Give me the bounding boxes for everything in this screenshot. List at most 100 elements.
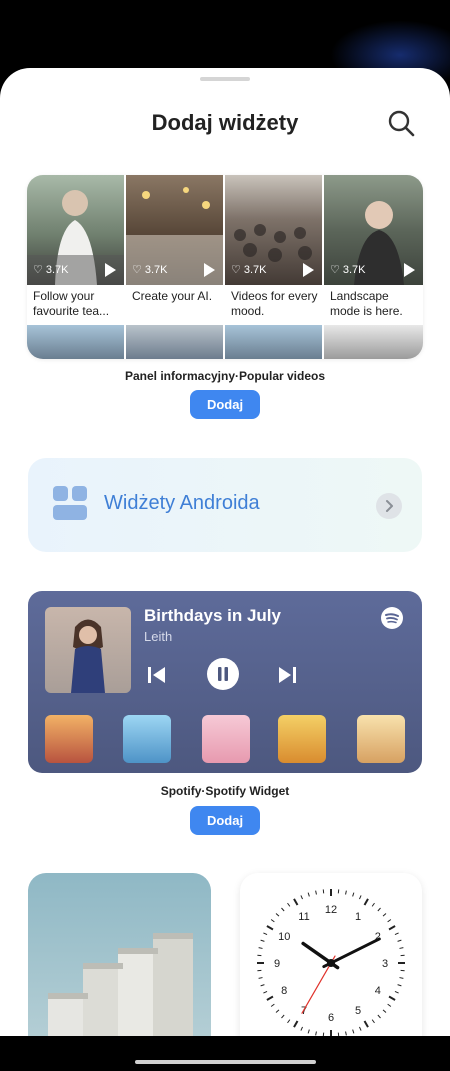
clock-tick <box>363 898 369 906</box>
clock-numeral: 6 <box>328 1012 334 1024</box>
video-thumbnail <box>225 325 322 359</box>
clock-tick <box>399 947 404 949</box>
clock-tick <box>258 977 263 979</box>
clock-tick <box>260 984 265 987</box>
clock-tick <box>263 991 268 994</box>
search-icon[interactable] <box>386 108 416 138</box>
clock-numeral: 4 <box>375 985 381 997</box>
video-card: ♡ 3.7K Landscape mode is here. <box>324 175 423 359</box>
spotify-widget-preview[interactable]: Birthdays in July Leith <box>28 591 422 773</box>
add-widgets-sheet: Dodaj widżety ♡ 3.7K Follow your favouri… <box>0 68 450 1036</box>
clock-tick <box>287 902 291 907</box>
previous-track-icon[interactable] <box>146 664 168 691</box>
next-track-icon[interactable] <box>276 664 298 691</box>
clock-tick <box>345 890 347 895</box>
playlist-cover[interactable] <box>357 715 405 763</box>
android-widgets-entry[interactable]: Widżety Androida <box>28 458 422 552</box>
likes-count: ♡ 3.7K <box>33 263 69 277</box>
clock-numeral: 3 <box>382 958 388 970</box>
clock-numeral: 5 <box>355 1005 361 1017</box>
song-title: Birthdays in July <box>144 606 281 625</box>
clock-tick <box>300 895 303 900</box>
clock-tick <box>266 925 274 931</box>
add-widget-button[interactable]: Dodaj <box>190 390 260 419</box>
clock-tick <box>263 932 268 935</box>
clock-tick <box>315 1031 317 1036</box>
clock-tick <box>275 1009 280 1013</box>
clock-tick <box>293 898 299 906</box>
clock-tick <box>307 1029 310 1034</box>
clock-tick <box>387 1003 392 1007</box>
clock-tick <box>382 1009 387 1013</box>
clock-tick <box>270 1003 275 1007</box>
clock-tick <box>266 995 274 1001</box>
playlist-cover[interactable] <box>278 715 326 763</box>
artist-name: Leith <box>144 629 173 644</box>
clock-numeral: 8 <box>281 985 287 997</box>
photo-widget-preview[interactable] <box>28 873 211 1036</box>
clock-tick <box>382 913 387 917</box>
clock-tick <box>258 947 263 949</box>
widget-label: Panel informacyjny·Popular videos <box>124 369 326 383</box>
playlist-cover[interactable] <box>123 715 171 763</box>
play-icon <box>105 263 116 277</box>
play-icon <box>204 263 215 277</box>
video-caption: Landscape mode is here. <box>330 289 403 318</box>
clock-widget-preview[interactable]: 121234567891011 <box>240 873 422 1036</box>
clock-tick <box>399 977 404 979</box>
video-caption: Create your AI. <box>132 289 213 303</box>
clock-tick <box>397 984 402 987</box>
clock-tick <box>307 892 310 897</box>
clock-numeral: 12 <box>325 904 337 916</box>
likes-count: ♡ 3.7K <box>231 263 267 277</box>
clock-numeral: 10 <box>278 931 290 943</box>
clock-tick <box>352 892 355 897</box>
analog-clock-face: 121234567891011 <box>257 889 405 1036</box>
clock-tick <box>352 1029 355 1034</box>
navigation-bar <box>0 1036 450 1071</box>
widgets-icon <box>53 486 87 524</box>
clock-tick <box>363 1020 369 1028</box>
playlist-cover[interactable] <box>202 715 250 763</box>
likes-count: ♡ 3.7K <box>132 263 168 277</box>
video-thumbnail <box>126 325 223 359</box>
video-caption: Videos for every mood. <box>231 289 318 318</box>
clock-tick <box>387 919 392 923</box>
clock-tick <box>388 995 396 1001</box>
clock-tick <box>397 939 402 942</box>
clock-tick <box>394 991 399 994</box>
clock-tick <box>359 1026 362 1031</box>
clock-tick <box>315 890 317 895</box>
android-widgets-label: Widżety Androida <box>104 492 260 514</box>
popular-videos-widget-preview[interactable]: ♡ 3.7K Follow your favourite tea... ♡ 3.… <box>27 175 423 359</box>
clock-tick <box>377 907 381 912</box>
playlist-cover[interactable] <box>45 715 93 763</box>
clock-tick <box>287 1019 291 1024</box>
clock-tick <box>281 907 285 912</box>
home-gesture-pill[interactable] <box>135 1060 316 1064</box>
clock-tick <box>293 1020 299 1028</box>
clock-tick <box>371 902 375 907</box>
clock-tick <box>377 1014 381 1019</box>
clock-numeral: 9 <box>274 958 280 970</box>
video-card: ♡ 3.7K Create your AI. <box>126 175 223 359</box>
page-title: Dodaj widżety <box>151 110 299 135</box>
add-widget-button[interactable]: Dodaj <box>190 806 260 835</box>
clock-tick <box>270 919 275 923</box>
pause-icon[interactable] <box>206 657 240 696</box>
clock-tick <box>275 913 280 917</box>
spotify-logo-icon <box>381 607 403 629</box>
video-card: ♡ 3.7K Follow your favourite tea... <box>27 175 124 359</box>
clock-tick <box>371 1019 375 1024</box>
play-icon <box>404 263 415 277</box>
clock-tick <box>394 932 399 935</box>
clock-tick <box>359 895 362 900</box>
sheet-drag-handle[interactable] <box>200 77 250 81</box>
likes-count: ♡ 3.7K <box>330 263 366 277</box>
chevron-right-icon <box>376 493 402 519</box>
video-thumbnail <box>27 325 124 359</box>
clock-tick <box>260 939 265 942</box>
clock-numeral: 11 <box>298 911 309 923</box>
clock-numeral: 1 <box>355 911 361 923</box>
widget-label: Spotify·Spotify Widget <box>160 784 290 798</box>
